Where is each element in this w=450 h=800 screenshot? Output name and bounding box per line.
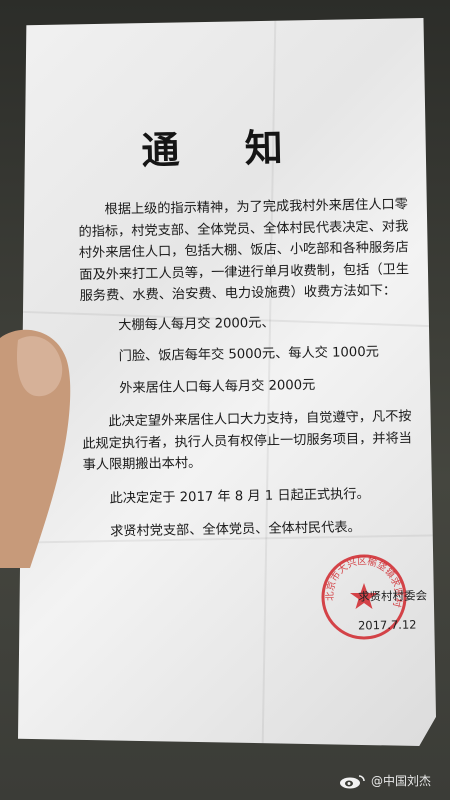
signature-date: 2017.7.12 (357, 617, 417, 633)
watermark: @中国刘杰 (338, 772, 431, 789)
notice-rule: 此决定望外来居住人口大力支持，自觉遵守，凡不按此规定执行者，执行人员有权停止一切… (82, 409, 413, 473)
notice-title: 通 知 (141, 125, 310, 173)
notice-body: 根据上级的指示精神，为了完成我村外来居住人口零的指标，村党支部、全体党员、全体村… (78, 194, 416, 543)
signature: 求贤村村委会 (357, 588, 428, 604)
fee-item: 门脸、饭店每年交 5000元、每人交 1000元 (118, 344, 379, 365)
watermark-text: @中国刘杰 (371, 774, 432, 788)
weibo-logo-icon (340, 774, 365, 788)
notice-intro: 根据上级的指示精神，为了完成我村外来居住人口零的指标，村党支部、全体党员、全体村… (78, 197, 410, 304)
fee-item: 大棚每人每月交 2000元、 (118, 315, 275, 333)
thumb-icon (0, 329, 71, 568)
